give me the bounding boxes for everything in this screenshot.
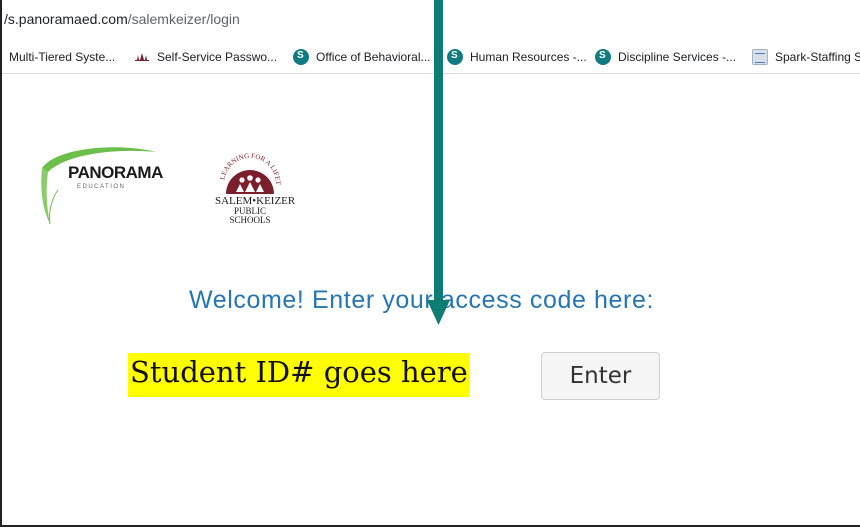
bookmark-label: Self-Service Passwo... <box>157 50 278 64</box>
bookmark-spark-staffing[interactable]: Spark-Staffing Sh <box>752 48 860 66</box>
bookmark-label: Office of Behavioral... <box>316 50 431 64</box>
sharepoint-icon <box>293 49 309 65</box>
bookmark-self-service-password[interactable]: Self-Service Passwo... <box>134 48 277 66</box>
bookmark-discipline-services[interactable]: Discipline Services -... <box>595 48 736 66</box>
panorama-wordmark: PANORAMA <box>68 163 163 182</box>
bookmark-label: Multi-Tiered Syste... <box>9 50 116 64</box>
sharepoint-icon <box>447 49 463 65</box>
bookmark-office-behavioral[interactable]: Office of Behavioral... <box>293 48 431 66</box>
district-subtitle: PUBLIC SCHOOLS <box>229 206 271 225</box>
url-host: /s.panoramaed.com <box>4 11 128 27</box>
url-path: /salemkeizer/login <box>127 11 240 27</box>
bookmark-label: Discipline Services -... <box>618 50 737 64</box>
enter-button[interactable]: Enter <box>541 352 660 400</box>
welcome-heading: Welcome! Enter your access code here: <box>189 286 654 314</box>
skps-icon <box>134 49 150 65</box>
browser-frame <box>0 0 860 527</box>
panorama-logo <box>41 147 156 225</box>
url-text[interactable]: /s.panoramaed.com/salemkeizer/login <box>4 11 240 27</box>
bookmark-label: Human Resources -... <box>470 50 587 64</box>
bookmark-multi-tiered[interactable]: Multi-Tiered Syste... <box>9 48 115 66</box>
bookmark-human-resources[interactable]: Human Resources -... <box>447 48 587 66</box>
address-bar[interactable]: /s.panoramaed.com/salemkeizer/login <box>2 0 860 38</box>
bookmark-label: Spark-Staffing Sh <box>775 50 860 64</box>
sharepoint-icon <box>595 49 611 65</box>
access-code-input[interactable]: Student ID# goes here <box>130 355 468 389</box>
document-icon <box>752 49 768 65</box>
panorama-subtitle: EDUCATION <box>77 184 126 190</box>
bookmarks-bar: Multi-Tiered Syste... Self-Service Passw… <box>2 38 860 74</box>
